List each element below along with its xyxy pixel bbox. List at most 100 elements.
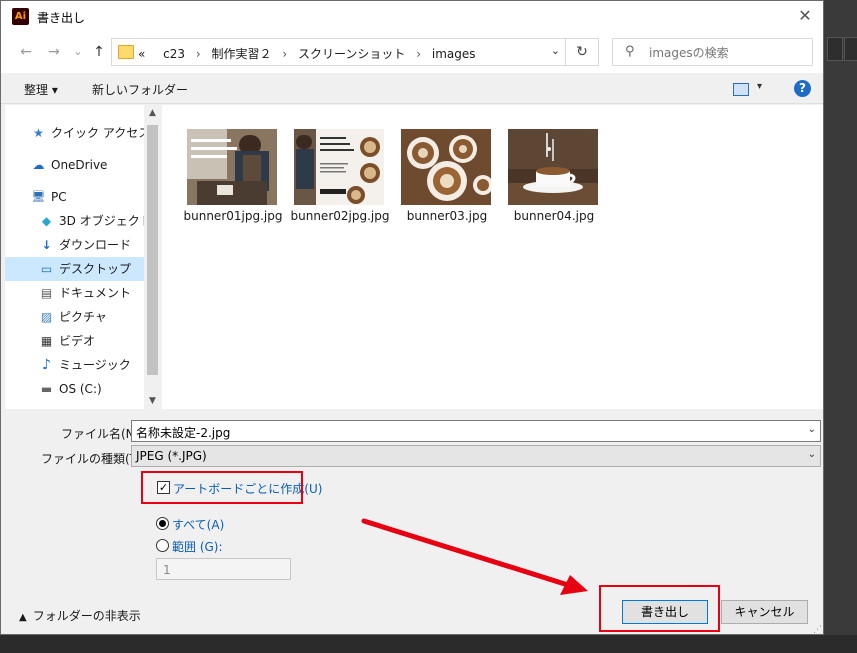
cube-icon: ◆ [41,214,52,228]
annotation-highlight-save [599,585,720,632]
sidebar-item-3d-objects[interactable]: ◆ 3D オブジェクト [5,209,152,233]
sidebar-item-label: OS (C:) [59,382,102,396]
breadcrumb-separator-icon[interactable]: › [416,47,421,61]
new-folder-button[interactable]: 新しいフォルダー [92,81,188,98]
breadcrumb-separator-icon[interactable]: › [196,47,201,61]
radio-all-label[interactable]: すべて(A) [172,516,224,533]
dialog-title: 書き出し [37,11,86,25]
radio-range-label[interactable]: 範囲 (G): [172,538,223,555]
scroll-down-icon[interactable]: ▼ [144,393,161,409]
scrollbar-thumb[interactable] [147,125,158,375]
sidebar-item-label: PC [51,190,67,204]
sidebar-item-videos[interactable]: ▦ ビデオ [5,329,145,353]
filename-field[interactable]: 名称未設定-2.jpg ⌄ [131,420,821,442]
file-item[interactable]: bunner04.jpg [504,127,600,231]
annotation-highlight-checkbox [141,471,303,504]
scroll-up-icon[interactable]: ▲ [144,105,161,121]
radio-all[interactable] [156,517,169,530]
view-dropdown-icon[interactable]: ▾ [757,81,762,92]
radio-range[interactable] [156,539,169,552]
background-toolbar-button [844,37,857,61]
hide-folders-toggle[interactable]: ▲ フォルダーの非表示 [19,607,141,624]
up-arrow-icon[interactable]: ↑ [90,43,108,61]
range-value: 1 [163,563,171,577]
sidebar-item-label: ミュージック [59,358,131,372]
sidebar-item-label: ドキュメント [59,286,132,300]
chevron-down-icon[interactable]: ⌄ [808,449,816,460]
breadcrumb-item[interactable]: 制作実習２ [212,47,272,61]
breadcrumb-item[interactable]: images [432,47,476,61]
search-icon: ⚲ [625,44,635,59]
sidebar-item-label: ピクチャ [59,310,107,324]
address-bar[interactable]: « c23 › 制作実習２ › スクリーンショット › images ⌄ ↻ [111,38,599,66]
music-icon: ♪ [42,357,51,373]
filetype-select[interactable]: JPEG (*.JPG) ⌄ [131,445,821,467]
sidebar-item-pictures[interactable]: ▨ ピクチャ [5,305,145,329]
back-arrow-icon[interactable]: ← [17,43,35,61]
filetype-value: JPEG (*.JPG) [136,449,207,463]
range-input: 1 [156,558,291,580]
chevron-down-icon[interactable]: ⌄ [808,424,816,435]
background-app-strip [824,0,857,653]
breadcrumb-item[interactable]: c23 [163,47,185,61]
breadcrumb-overflow[interactable]: « [138,47,145,61]
sidebar-item-label: ダウンロード [59,238,132,252]
video-icon: ▦ [40,334,53,348]
sidebar-item-label: クイック アクセス [51,126,151,140]
hide-folders-label: フォルダーの非表示 [32,609,141,623]
filename-value: 名称未設定-2.jpg [136,426,231,440]
file-name: bunner01jpg.jpg [183,209,283,223]
file-name: bunner02jpg.jpg [290,209,390,223]
organize-menu[interactable]: 整理 ▾ [24,81,58,98]
resize-grip-icon[interactable]: ⋰ [813,625,822,635]
file-item[interactable]: bunner02jpg.jpg [290,127,389,231]
close-icon[interactable]: ✕ [793,5,817,27]
forward-arrow-icon[interactable]: → [45,43,63,61]
command-bar: 整理 ▾ 新しいフォルダー ▾ ? [1,73,823,104]
address-dropdown-icon[interactable]: ⌄ [551,44,560,57]
desktop-icon: ▭ [40,262,53,276]
help-icon[interactable]: ? [794,80,811,97]
background-app-strip-bottom [0,635,857,653]
sidebar-item-onedrive[interactable]: ☁ OneDrive [5,153,145,177]
chevron-up-icon: ▲ [19,612,27,623]
sidebar-item-pc[interactable]: 🖥 PC [5,185,145,209]
file-item[interactable]: bunner01jpg.jpg [183,127,282,231]
export-dialog: Ai 書き出し ✕ ← → ⌄ ↑ « c23 › 制作実習２ › スクリーンシ… [0,0,824,635]
download-icon: ↓ [41,238,52,252]
sidebar-item-label: ビデオ [59,334,96,348]
title-bar: Ai 書き出し ✕ [1,1,823,33]
cloud-icon: ☁ [32,158,45,172]
thumbnail-image [294,129,384,205]
sidebar-item-quick-access[interactable]: ★ クイック アクセス [5,121,150,145]
sidebar-item-music[interactable]: ♪ ミュージック [5,353,145,377]
thumbnail-image [187,129,277,205]
annotation-arrow [361,518,588,595]
document-icon: ▤ [40,286,53,300]
recent-locations-chevron-icon[interactable]: ⌄ [69,43,87,61]
sidebar-item-label: 3D オブジェクト [59,214,152,228]
background-toolbar-button [827,37,843,61]
breadcrumb-separator-icon[interactable]: › [282,47,287,61]
cancel-button[interactable]: キャンセル [721,600,808,624]
sidebar-item-os-drive[interactable]: ▬ OS (C:) [5,377,145,401]
file-list: bunner01jpg.jpg bunner02jpg.jpg bunner03… [162,105,823,409]
sidebar-item-desktop[interactable]: ▭ デスクトップ [5,257,145,281]
sidebar-item-documents[interactable]: ▤ ドキュメント [5,281,145,305]
thumbnail-image [508,129,598,205]
search-box[interactable]: ⚲ [612,38,813,66]
view-mode-icon[interactable] [733,83,749,96]
sidebar-scrollbar[interactable]: ▲ ▼ [144,105,161,409]
folder-icon [118,45,134,59]
navigation-pane: ★ クイック アクセス ☁ OneDrive 🖥 PC ◆ 3D オブジェクト … [5,105,161,409]
thumbnail-image [401,129,491,205]
sidebar-item-label: デスクトップ [59,262,132,276]
search-input[interactable] [647,43,811,63]
file-item[interactable]: bunner03.jpg [397,127,493,231]
breadcrumb-item[interactable]: スクリーンショット [298,47,405,61]
sidebar-item-label: OneDrive [51,158,108,172]
file-name: bunner04.jpg [513,209,595,223]
sidebar-item-downloads[interactable]: ↓ ダウンロード [5,233,145,257]
computer-icon: 🖥 [31,190,46,203]
refresh-icon[interactable]: ↻ [565,39,598,65]
